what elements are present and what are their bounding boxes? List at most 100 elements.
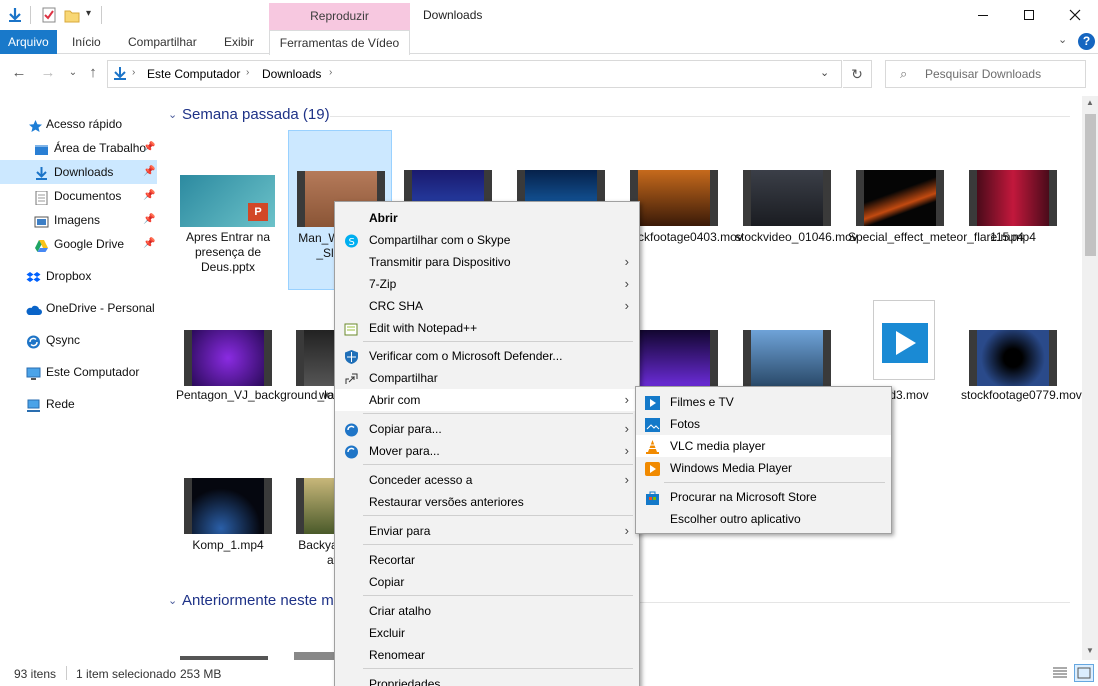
- tab-inicio[interactable]: Início: [62, 30, 111, 54]
- pin-icon[interactable]: 📌: [143, 184, 155, 208]
- chevron-down-icon[interactable]: ⌄: [1058, 33, 1067, 46]
- video-thumbnail: [856, 170, 944, 226]
- address-bar[interactable]: › Este Computador › Downloads › ⌄: [107, 60, 842, 88]
- sidebar-item-dropbox[interactable]: Dropbox: [0, 264, 157, 288]
- menu-item-notepadpp[interactable]: Edit with Notepad++: [335, 317, 639, 339]
- menu-item-abrir[interactable]: Abrir: [335, 207, 639, 229]
- menu-item-compartilhar[interactable]: Compartilhar: [335, 367, 639, 389]
- menu-item-compartilhar-skype[interactable]: S Compartilhar com o Skype: [335, 229, 639, 251]
- scroll-up-icon[interactable]: ▲: [1086, 98, 1094, 107]
- menu-item-conceder-acesso[interactable]: Conceder acesso a ›: [335, 469, 639, 491]
- menu-separator: [664, 482, 885, 483]
- menu-item-fotos[interactable]: Fotos: [636, 413, 891, 435]
- sidebar-item-documentos[interactable]: Documentos 📌: [0, 184, 157, 208]
- new-folder-icon[interactable]: [63, 6, 81, 24]
- divider: [30, 6, 31, 24]
- refresh-button[interactable]: ↻: [843, 60, 872, 88]
- file-item[interactable]: stockfootage0779.mov: [961, 292, 1082, 432]
- properties-icon[interactable]: [40, 6, 58, 24]
- pin-icon[interactable]: 📌: [143, 136, 155, 160]
- close-button[interactable]: [1052, 0, 1098, 30]
- image-icon: [34, 213, 49, 228]
- vlc-cone-icon: [645, 439, 660, 454]
- file-item[interactable]: Komp_1.mp4: [176, 440, 280, 552]
- navigation-pane: Acesso rápido Área de Trabalho 📌 Downloa…: [0, 96, 159, 660]
- recent-locations-icon[interactable]: ⌄: [64, 64, 82, 82]
- menu-item-windows-media-player[interactable]: Windows Media Player: [636, 457, 891, 479]
- menu-item-recortar[interactable]: Recortar: [335, 549, 639, 571]
- customize-quick-access-icon[interactable]: ▾: [86, 8, 91, 19]
- group-header-semana-passada[interactable]: Semana passada (19): [182, 106, 330, 123]
- sidebar-item-acesso-rapido[interactable]: Acesso rápido: [0, 112, 157, 136]
- menu-item-enviar-para[interactable]: Enviar para ›: [335, 520, 639, 542]
- menu-item-escolher-outro[interactable]: Escolher outro aplicativo: [636, 508, 891, 530]
- sidebar-item-onedrive-personal[interactable]: OneDrive - Personal: [0, 296, 157, 320]
- menu-item-renomear[interactable]: Renomear: [335, 644, 639, 666]
- scroll-down-icon[interactable]: ▼: [1086, 646, 1094, 655]
- menu-item-abrir-com[interactable]: Abrir com ›: [335, 389, 639, 411]
- pin-icon[interactable]: 📌: [143, 160, 155, 184]
- cloud-icon: [26, 301, 42, 315]
- pin-icon[interactable]: 📌: [143, 208, 155, 232]
- details-view-icon[interactable]: [1052, 666, 1068, 683]
- desktop-folder-icon: [34, 141, 49, 155]
- breadcrumb-este-computador[interactable]: Este Computador: [147, 67, 240, 81]
- breadcrumb-separator: ›: [246, 67, 250, 78]
- menu-item-restaurar-versoes[interactable]: Restaurar versões anteriores: [335, 491, 639, 513]
- menu-item-7zip[interactable]: 7-Zip ›: [335, 273, 639, 295]
- menu-item-microsoft-store[interactable]: Procurar na Microsoft Store: [636, 486, 891, 508]
- forward-arrow-icon[interactable]: →: [39, 64, 57, 82]
- tab-exibir[interactable]: Exibir: [214, 30, 264, 54]
- search-input[interactable]: ⌕ Pesquisar Downloads: [885, 60, 1086, 88]
- menu-item-filmes-tv[interactable]: Filmes e TV: [636, 391, 891, 413]
- file-item[interactable]: 115.mp4: [961, 130, 1065, 290]
- video-thumbnail: [184, 330, 272, 386]
- menu-item-defender[interactable]: Verificar com o Microsoft Defender...: [335, 345, 639, 367]
- shield-icon: [344, 349, 359, 364]
- sidebar-item-google-drive[interactable]: Google Drive 📌: [0, 232, 157, 256]
- sidebar-item-rede[interactable]: Rede: [0, 392, 157, 416]
- menu-item-copiar-para[interactable]: Copiar para... ›: [335, 418, 639, 440]
- up-arrow-icon[interactable]: ↑: [84, 64, 102, 82]
- breadcrumb-downloads[interactable]: Downloads: [262, 67, 321, 81]
- chevron-down-icon[interactable]: ⌄: [820, 66, 829, 79]
- menu-separator: [363, 544, 633, 545]
- scrollbar-thumb[interactable]: [1085, 114, 1096, 256]
- menu-item-criar-atalho[interactable]: Criar atalho: [335, 600, 639, 622]
- menu-item-propriedades[interactable]: Propriedades: [335, 673, 639, 686]
- sidebar-item-downloads[interactable]: Downloads 📌: [0, 160, 157, 184]
- group-header-anteriormente[interactable]: Anteriormente neste m: [182, 592, 334, 609]
- maximize-button[interactable]: [1006, 0, 1052, 30]
- back-arrow-icon[interactable]: ←: [10, 64, 28, 82]
- file-item[interactable]: stockvideo_01046.mov: [735, 130, 858, 290]
- pin-icon[interactable]: 📌: [143, 232, 155, 256]
- file-item[interactable]: Pentagon_VJ_background_loop.mp4: [176, 292, 373, 432]
- menu-separator: [363, 668, 633, 669]
- download-arrow-icon[interactable]: [6, 6, 24, 24]
- menu-item-vlc[interactable]: VLC media player: [636, 435, 891, 457]
- document-icon: [34, 189, 49, 206]
- menu-item-copiar[interactable]: Copiar: [335, 571, 639, 593]
- file-item[interactable]: Special_effect_meteor_flare.mp4: [848, 130, 1024, 290]
- sidebar-item-area-de-trabalho[interactable]: Área de Trabalho 📌: [0, 136, 157, 160]
- video-thumbnail: [743, 170, 831, 226]
- chevron-down-icon[interactable]: ⌄: [168, 108, 177, 121]
- large-icons-view-icon[interactable]: [1074, 664, 1094, 682]
- video-thumbnail: [969, 170, 1057, 226]
- minimize-button[interactable]: [960, 0, 1006, 30]
- tab-arquivo[interactable]: Arquivo: [0, 30, 57, 54]
- sidebar-item-este-computador[interactable]: Este Computador: [0, 360, 157, 384]
- search-icon: ⌕: [900, 66, 908, 81]
- sidebar-item-imagens[interactable]: Imagens 📌: [0, 208, 157, 232]
- video-file-icon: [873, 300, 935, 380]
- sidebar-item-qsync[interactable]: Qsync: [0, 328, 157, 352]
- menu-item-transmitir[interactable]: Transmitir para Dispositivo ›: [335, 251, 639, 273]
- tab-compartilhar[interactable]: Compartilhar: [118, 30, 207, 54]
- menu-item-mover-para[interactable]: Mover para... ›: [335, 440, 639, 462]
- chevron-down-icon[interactable]: ⌄: [168, 594, 177, 607]
- menu-item-crc-sha[interactable]: CRC SHA ›: [335, 295, 639, 317]
- tab-ferramentas-de-video[interactable]: Ferramentas de Vídeo: [269, 30, 410, 55]
- menu-item-excluir[interactable]: Excluir: [335, 622, 639, 644]
- help-button[interactable]: ?: [1078, 33, 1095, 50]
- file-item[interactable]: P Apres Entrar na presença de Deus.pptx: [176, 130, 280, 290]
